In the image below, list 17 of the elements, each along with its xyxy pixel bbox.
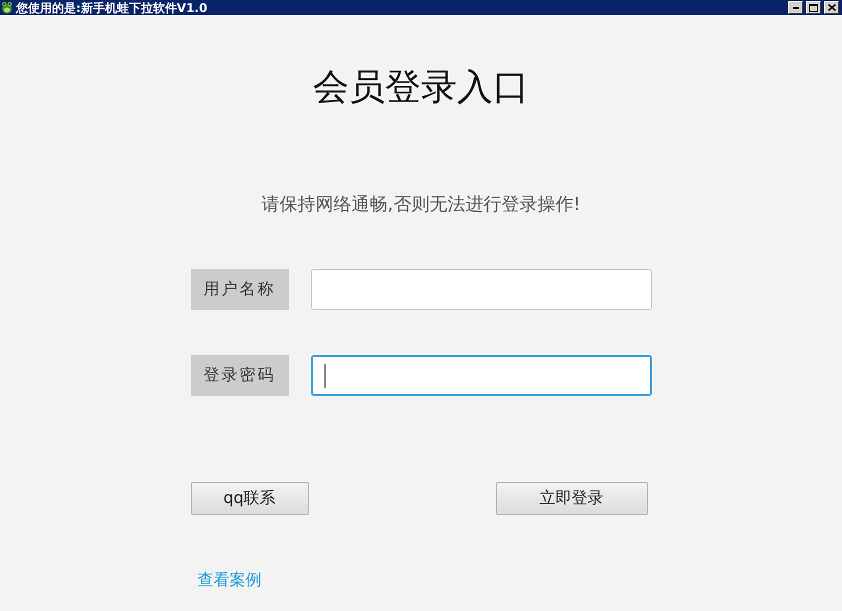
input-field[interactable] xyxy=(310,355,652,396)
text-caret xyxy=(324,364,326,388)
login-button[interactable]: 立即登录 xyxy=(496,482,648,515)
contact-button[interactable]: qq联系 xyxy=(190,482,308,515)
minimize-icon xyxy=(792,6,798,8)
close-icon xyxy=(828,4,836,11)
close-button[interactable] xyxy=(824,1,839,14)
window-title: 您使用的是:新手机蛙下拉软件V1.0 xyxy=(16,0,208,14)
maximize-button[interactable] xyxy=(806,1,821,14)
network-notice: 请保持网络通畅,否则无法进行登录操作! xyxy=(262,193,580,217)
input-field[interactable] xyxy=(310,269,652,310)
field-label: 登录密码 xyxy=(190,355,288,396)
page-heading: 会员登录入口 xyxy=(313,66,529,110)
minimize-button[interactable] xyxy=(788,1,803,14)
maximize-icon xyxy=(809,4,818,12)
field-label: 用户名称 xyxy=(190,269,288,310)
frog-icon xyxy=(1,1,13,14)
